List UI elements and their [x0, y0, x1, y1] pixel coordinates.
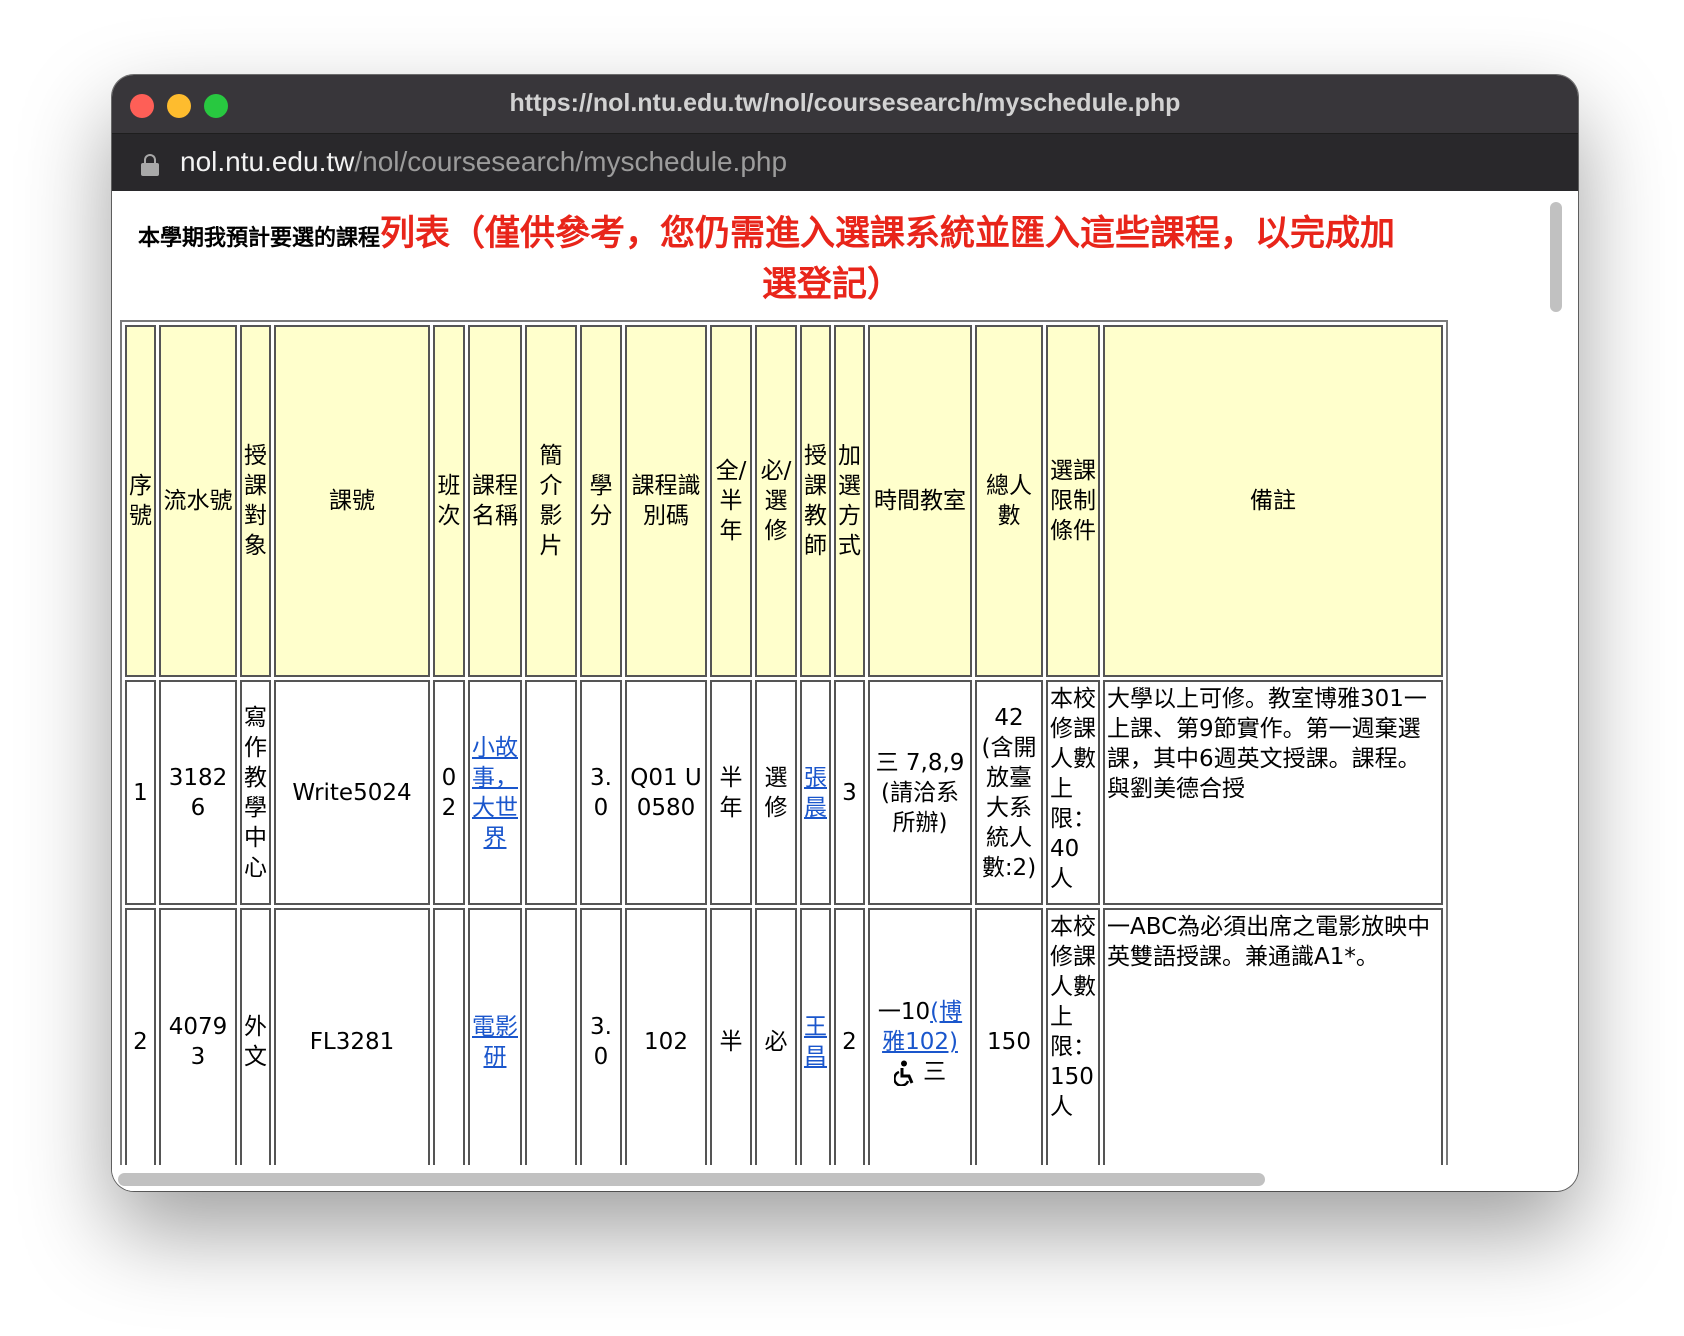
cell-course-id: 102 — [625, 908, 707, 1176]
address-bar[interactable]: nol.ntu.edu.tw/nol/coursesearch/myschedu… — [112, 134, 1578, 191]
course-name-link[interactable]: 小故事，大世界 — [472, 735, 518, 851]
page-viewport: 本學期我預計要選的課程列表（僅供參考，您仍需進入選課系統並匯入這些課程，以完成加… — [112, 192, 1578, 1191]
cell-target: 寫作教學中心 — [240, 680, 271, 905]
cell-course-no: FL3281 — [274, 908, 430, 1176]
cell-seq: 1 — [125, 680, 156, 905]
cell-course-no: Write5024 — [274, 680, 430, 905]
horizontal-scroll-thumb[interactable] — [118, 1173, 1265, 1186]
heading-line-2: 選登記） — [761, 265, 902, 305]
cell-limit: 本校修課人數上限：40人 — [1046, 680, 1100, 905]
vertical-scrollbar[interactable] — [1548, 196, 1564, 1188]
table-row: 2 40793 外文 FL3281 電影研 3.0 102 半 必 王昌 2 一… — [125, 908, 1443, 1176]
cell-target: 外文 — [240, 908, 271, 1176]
cell-full-half: 半年 — [710, 680, 752, 905]
cell-credits: 3.0 — [580, 680, 622, 905]
cell-name: 小故事，大世界 — [468, 680, 522, 905]
cell-class: 02 — [433, 680, 465, 905]
cell-required: 必 — [755, 908, 797, 1176]
vertical-scroll-thumb[interactable] — [1550, 202, 1562, 312]
url-host: nol.ntu.edu.tw — [180, 146, 355, 177]
header-limit: 選課限制條件 — [1046, 325, 1100, 677]
header-serial: 流水號 — [159, 325, 237, 677]
cell-class — [433, 908, 465, 1176]
cell-serial: 40793 — [159, 908, 237, 1176]
header-credits: 學分 — [580, 325, 622, 677]
cell-credits: 3.0 — [580, 908, 622, 1176]
teacher-link[interactable]: 王昌 — [804, 1014, 827, 1070]
lock-icon — [141, 154, 159, 176]
header-remark: 備註 — [1103, 325, 1443, 677]
cell-video — [525, 680, 577, 905]
cell-required: 選修 — [755, 680, 797, 905]
header-course-no: 課號 — [274, 325, 430, 677]
table-row: 1 31826 寫作教學中心 Write5024 02 小故事，大世界 3.0 … — [125, 680, 1443, 905]
cell-full-half: 半 — [710, 908, 752, 1176]
cell-add-method: 3 — [834, 680, 865, 905]
course-name-link[interactable]: 電影研 — [472, 1014, 518, 1070]
header-teacher: 授課教師 — [800, 325, 831, 677]
heading-prefix: 本學期我預計要選的課程 — [138, 226, 381, 251]
header-add-method: 加選方式 — [834, 325, 865, 677]
horizontal-scrollbar[interactable] — [112, 1165, 1558, 1191]
header-course-id: 課程識別碼 — [625, 325, 707, 677]
heading-line-1: 本學期我預計要選的課程列表（僅供參考，您仍需進入選課系統並匯入這些課程，以完成加 — [138, 205, 1395, 256]
time-text: 一10 — [877, 999, 931, 1025]
cell-course-id: Q01 U0580 — [625, 680, 707, 905]
cell-time-room: 三 7,8,9(請洽系所辦) — [868, 680, 972, 905]
cell-remark: 一ABC為必須出席之電影放映中英雙語授課。兼通識A1*。 — [1103, 908, 1443, 1176]
cell-time-room: 一10(博雅102) 三 — [868, 908, 972, 1176]
header-total: 總人數 — [975, 325, 1043, 677]
header-name: 課程名稱 — [468, 325, 522, 677]
wheelchair-icon — [893, 1060, 914, 1086]
header-class: 班次 — [433, 325, 465, 677]
browser-window: https://nol.ntu.edu.tw/nol/coursesearch/… — [112, 75, 1578, 1191]
cell-teacher: 王昌 — [800, 908, 831, 1176]
heading-text-1: 列表（僅供參考，您仍需進入選課系統並匯入這些課程，以完成加 — [380, 214, 1396, 254]
header-video: 簡介影片 — [525, 325, 577, 677]
header-full-half: 全/半年 — [710, 325, 752, 677]
cell-name: 電影研 — [468, 908, 522, 1176]
cell-total: 150 — [975, 908, 1043, 1176]
url-text[interactable]: nol.ntu.edu.tw/nol/coursesearch/myschedu… — [180, 146, 787, 178]
cell-limit: 本校修課人數上限：150人 — [1046, 908, 1100, 1176]
cell-total: 42(含開放臺大系統人數:2) — [975, 680, 1043, 905]
cell-remark: 大學以上可修。教室博雅301一上課、第9節實作。第一週棄選課，其中6週英文授課。… — [1103, 680, 1443, 905]
cell-seq: 2 — [125, 908, 156, 1176]
teacher-link[interactable]: 張晨 — [804, 765, 827, 821]
course-table: 序號 流水號 授課對象 課號 班次 課程名稱 簡介影片 學分 課程識別碼 全/半… — [120, 320, 1448, 1181]
header-time-room: 時間教室 — [868, 325, 972, 677]
url-path: /nol/coursesearch/myschedule.php — [354, 146, 788, 177]
cell-video — [525, 908, 577, 1176]
cell-serial: 31826 — [159, 680, 237, 905]
header-required: 必/選修 — [755, 325, 797, 677]
header-seq: 序號 — [125, 325, 156, 677]
title-bar: https://nol.ntu.edu.tw/nol/coursesearch/… — [112, 75, 1578, 134]
header-row: 序號 流水號 授課對象 課號 班次 課程名稱 簡介影片 學分 課程識別碼 全/半… — [125, 325, 1443, 677]
header-target: 授課對象 — [240, 325, 271, 677]
cell-teacher: 張晨 — [800, 680, 831, 905]
time-text-2: 三 — [923, 1059, 947, 1085]
cell-add-method: 2 — [834, 908, 865, 1176]
window-title: https://nol.ntu.edu.tw/nol/coursesearch/… — [509, 89, 1181, 117]
